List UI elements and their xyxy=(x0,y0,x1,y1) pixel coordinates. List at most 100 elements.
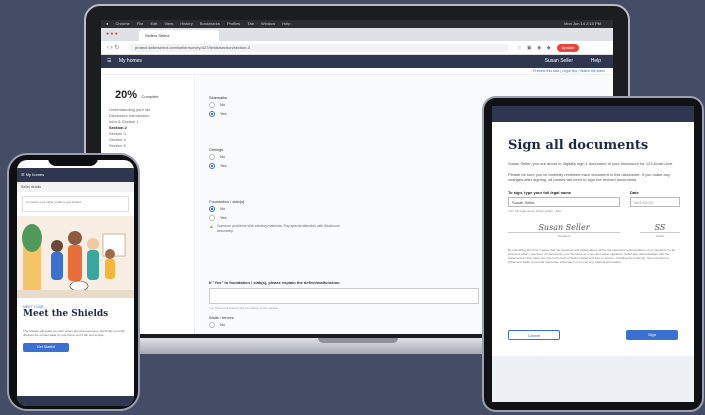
initials-box: SS Initials xyxy=(640,223,680,238)
phone-subheader: Seller details xyxy=(17,182,134,192)
browser-tab[interactable]: Sellers Select xyxy=(139,30,219,41)
menu-item[interactable]: File xyxy=(137,21,143,26)
radio-option[interactable]: No xyxy=(209,204,349,213)
radio-button[interactable] xyxy=(209,162,215,169)
signature-caption: Signature xyxy=(508,231,620,238)
phone-info-card: Complete your seller profile to get star… xyxy=(22,196,129,212)
menu-item[interactable]: Help xyxy=(282,21,290,26)
sub-links[interactable]: Preview this sale | Legal tips | Watch t… xyxy=(101,68,613,75)
family-illustration xyxy=(17,216,134,298)
date-field-group: Date 06/14/2021 xyxy=(630,190,680,213)
menu-item[interactable]: Tab xyxy=(247,21,253,26)
field-hint: e.g. There is a crack in the foundation … xyxy=(209,306,279,310)
name-hint: Your full legal name: Susan Seller · Edi… xyxy=(508,208,561,213)
window-controls-icon[interactable]: ● ● ● xyxy=(106,31,118,37)
menu-item[interactable]: View xyxy=(165,21,174,26)
menu-item[interactable]: Bookmarks xyxy=(200,21,220,26)
radio-option[interactable]: Yes xyxy=(209,109,227,118)
legal-text: By submitting this form, I agree that th… xyxy=(508,247,675,264)
date-input[interactable]: 06/14/2021 xyxy=(630,196,680,207)
app-title[interactable]: My homes xyxy=(113,58,142,64)
help-link[interactable]: Help xyxy=(591,55,601,68)
question-foundation: Foundation / slab(s) No Yes ▲ Common pro… xyxy=(209,199,349,233)
browser-toolbar: ‹ › ↻ protect.sellerselect.com/seller/su… xyxy=(101,41,613,55)
radio-button[interactable] xyxy=(209,214,215,221)
update-button[interactable]: Update xyxy=(557,44,579,52)
explain-textarea[interactable] xyxy=(209,288,479,304)
phone-notch xyxy=(48,158,98,166)
signature-preview: Susan Seller Signature SS Initials xyxy=(508,223,683,238)
radio-option[interactable]: No xyxy=(209,100,227,109)
warning-text: Common problems with existing materials.… xyxy=(216,224,340,233)
question-walls: Walls / fences No xyxy=(209,315,234,329)
mac-menubar: ● Chrome File Edit View History Bookmark… xyxy=(101,20,613,28)
radio-label: No xyxy=(220,102,226,107)
menu-item[interactable]: Window xyxy=(261,21,275,26)
radio-label: No xyxy=(220,322,226,327)
dialog-intro: Susan Seller, you are about to digitally… xyxy=(508,161,674,166)
phone-app-header: ☰ My homes xyxy=(17,168,134,182)
cancel-button[interactable]: Cancel xyxy=(508,330,560,340)
get-started-button[interactable]: Get Started xyxy=(23,343,69,352)
initials-caption: Initials xyxy=(640,231,680,238)
signature-text: Susan Seller xyxy=(538,222,590,232)
radio-button[interactable] xyxy=(209,153,215,160)
radio-label: Yes xyxy=(220,111,227,116)
signature-fields: To sign, type your full legal name Susan… xyxy=(508,190,683,213)
menu-item[interactable]: Edit xyxy=(150,21,157,26)
radio-button[interactable] xyxy=(209,110,215,117)
progress-percent: 20% xyxy=(115,89,138,101)
extension-icons[interactable]: ☆ ▣ ◉ ◆ xyxy=(517,45,553,51)
radio-button[interactable] xyxy=(209,321,215,328)
nav-arrows-icon[interactable]: ‹ › ↻ xyxy=(107,44,119,51)
apple-icon: ● xyxy=(106,21,109,26)
warning-note: ▲ Common problems with existing material… xyxy=(209,224,349,233)
tablet-header xyxy=(492,106,694,122)
radio-label: Yes xyxy=(220,215,227,220)
address-bar[interactable]: protect.sellerselect.com/seller/survey/4… xyxy=(129,44,509,52)
radio-label: Yes xyxy=(220,163,227,168)
question-title: Walls / fences xyxy=(209,315,234,320)
question-sidewalks: Sidewalks No Yes xyxy=(209,95,227,118)
date-label: Date xyxy=(630,189,639,195)
sidebar-step[interactable]: Section 5 xyxy=(101,143,194,149)
radio-option[interactable]: Yes xyxy=(209,213,349,222)
menu-icon[interactable]: ☰ xyxy=(101,58,111,64)
dialog-title: Sign all documents xyxy=(508,138,649,153)
menu-icon[interactable]: ☰ xyxy=(21,172,25,177)
app-header: ☰ My homes Susan Seller Help xyxy=(101,55,613,68)
menu-item[interactable]: History xyxy=(180,21,192,26)
sign-button-wrap: Sign xyxy=(626,330,678,340)
warning-icon: ▲ xyxy=(209,224,214,230)
full-name-input[interactable]: Susan Seller xyxy=(508,196,620,207)
phone-screen: ☰ My homes Seller details Complete your … xyxy=(17,160,134,406)
phone-footer xyxy=(17,396,134,406)
question-explain: If "Yes" to foundation / slab(s), please… xyxy=(209,280,479,310)
tablet-footer-area xyxy=(492,356,694,402)
radio-option[interactable]: No xyxy=(209,320,234,329)
menu-item[interactable]: Chrome xyxy=(116,21,130,26)
phone-title: Meet the Shields xyxy=(23,309,109,319)
radio-option[interactable]: No xyxy=(209,152,227,161)
radio-option[interactable]: Yes xyxy=(209,161,227,170)
sign-button[interactable]: Sign xyxy=(626,330,678,340)
sign-dialog: Sign all documents Susan Seller, you are… xyxy=(508,138,683,264)
question-title: If "Yes" to foundation / slab(s), please… xyxy=(209,280,341,285)
phone-app-title[interactable]: My homes xyxy=(26,172,44,177)
progress-label: Complete xyxy=(141,94,159,99)
radio-button[interactable] xyxy=(209,205,215,212)
radio-label: No xyxy=(220,154,226,159)
menubar-clock: Mon Jun 14 2:15 PM xyxy=(564,21,601,26)
user-name[interactable]: Susan Seller xyxy=(545,55,573,68)
question-title: Sidewalks xyxy=(209,95,228,100)
tablet-screen: Sign all documents Susan Seller, you are… xyxy=(492,106,694,402)
radio-label: No xyxy=(220,206,226,211)
name-label: To sign, type your full legal name xyxy=(508,189,572,195)
signature-box: Susan Seller Signature xyxy=(508,223,620,238)
menu-item[interactable]: Profiles xyxy=(227,21,240,26)
cancel-button-wrap: Cancel xyxy=(508,330,560,340)
radio-button[interactable] xyxy=(209,101,215,108)
question-ceilings: Ceilings No Yes xyxy=(209,147,227,170)
phone-body-text: The Shields will guide you with expert t… xyxy=(23,329,125,337)
laptop-notch xyxy=(318,338,398,343)
